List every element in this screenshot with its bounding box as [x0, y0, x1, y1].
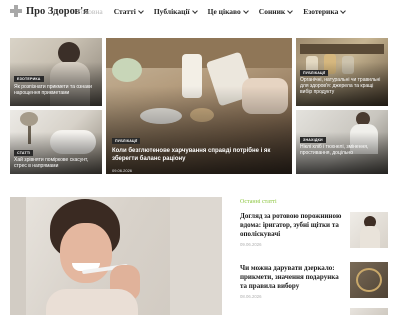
side-article-1[interactable]: Догляд за ротовою порожниною вдома: іриг…	[240, 212, 345, 247]
chevron-down-icon	[242, 7, 249, 14]
category-badge[interactable]: СТАТТІ	[14, 150, 34, 156]
chevron-down-icon	[340, 7, 347, 14]
main-menu: Головна Статті Публікації Це цікаво Сонн…	[77, 7, 356, 16]
top-navigation: Про Здоров'я Головна Статті Публікації Ц…	[0, 0, 400, 26]
mirror-image	[356, 268, 382, 292]
menu-item-label: Публікації	[153, 7, 190, 16]
side-article-thumbnail[interactable]	[350, 212, 388, 248]
menu-item-label: Головна	[77, 7, 103, 16]
wall-image	[10, 197, 26, 315]
menu-item-label: Це цікаво	[207, 7, 241, 16]
side-article-date: 09.06.2026	[240, 242, 262, 247]
article-hero-image[interactable]	[10, 197, 222, 315]
menu-item-dream-book[interactable]: Сонник	[258, 7, 294, 16]
menu-item-publications[interactable]: Публікації	[153, 7, 198, 16]
side-article-date: 08.06.2026	[240, 294, 262, 299]
cauliflower-image	[112, 58, 142, 82]
featured-card-1[interactable]: ЕЗОТЕРИКА Як розпізнати прикмети та озна…	[10, 38, 102, 106]
category-badge[interactable]: ЗНАХІДКИ	[300, 137, 326, 143]
category-badge[interactable]: ПУБЛІКАЦІЇ	[112, 138, 141, 144]
latest-articles-heading: Останні статті	[240, 199, 277, 205]
face-image	[60, 223, 112, 283]
chevron-down-icon	[191, 7, 198, 14]
side-article-thumbnail[interactable]	[350, 262, 388, 298]
menu-item-label: Езотерика	[303, 7, 339, 16]
menu-item-esoterics[interactable]: Езотерика	[303, 7, 347, 16]
shoulders-image	[46, 289, 138, 315]
mirror-image	[170, 197, 222, 315]
card-title[interactable]: Як розпізнати прикмети та ознаки нарощен…	[14, 84, 98, 96]
shelf-image	[300, 44, 384, 54]
featured-card-2[interactable]: СТАТТІ Хай зрівняти поміркове скасунт, с…	[10, 110, 102, 174]
side-article-title[interactable]: Догляд за ротовою порожниною вдома: іриг…	[240, 212, 345, 239]
category-badge[interactable]: ЕЗОТЕРИКА	[14, 76, 44, 82]
featured-card-main[interactable]: ПУБЛІКАЦІЇ Коли безглютенове харчування …	[106, 38, 292, 174]
card-title[interactable]: Коли безглютенове харчування справді пот…	[112, 148, 288, 163]
woman-head-image	[58, 42, 80, 64]
category-badge[interactable]: ПУБЛІКАЦІЇ	[300, 70, 329, 76]
menu-item-articles[interactable]: Статті	[113, 7, 144, 16]
featured-card-5[interactable]: ЗНАХІДКИ Ніклі хліб і тюхнелі, змінення,…	[296, 110, 388, 174]
card-title[interactable]: Органічні, натуральні чи травильні для з…	[300, 77, 384, 95]
menu-item-label: Сонник	[258, 7, 286, 16]
menu-item-label: Статті	[113, 7, 136, 16]
side-article-thumbnail[interactable]	[350, 308, 388, 315]
menu-item-interesting[interactable]: Це цікаво	[207, 7, 249, 16]
card-title[interactable]: Хай зрівняти поміркове скасунт, стрес в …	[14, 157, 98, 169]
card-date: 09.06.2026	[112, 168, 133, 173]
chevron-down-icon	[137, 7, 144, 14]
featured-card-4[interactable]: ПУБЛІКАЦІЇ Органічні, натуральні чи трав…	[296, 38, 388, 106]
person-body-image	[360, 226, 380, 248]
card-title[interactable]: Ніклі хліб і тюхнелі, змінення, простива…	[300, 144, 384, 156]
side-article-title[interactable]: Чи можна дарувати дзеркало: прикмети, зн…	[240, 264, 345, 291]
plus-logo-icon	[10, 5, 22, 17]
side-article-2[interactable]: Чи можна дарувати дзеркало: прикмети, зн…	[240, 264, 345, 299]
menu-item-home[interactable]: Головна	[77, 7, 103, 16]
plant-image	[20, 112, 38, 126]
chevron-down-icon	[287, 7, 294, 14]
